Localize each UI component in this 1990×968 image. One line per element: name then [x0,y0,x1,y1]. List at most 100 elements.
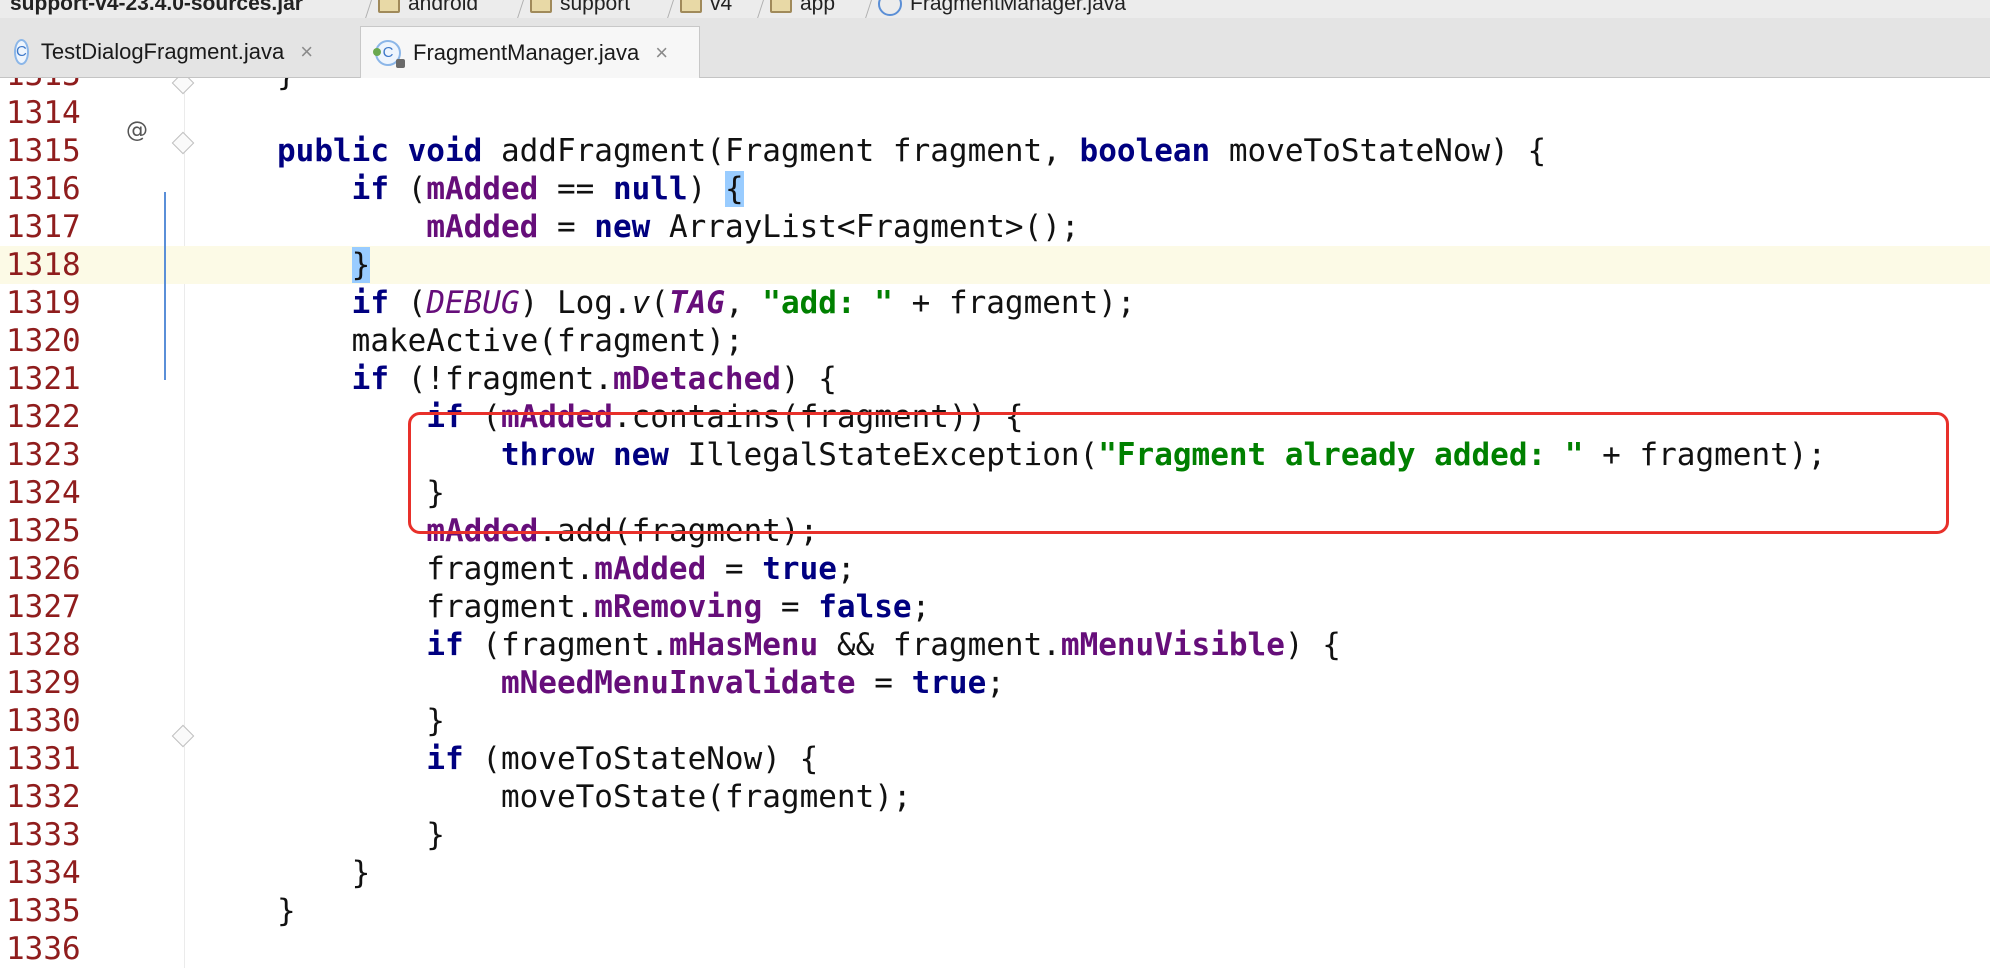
code-line[interactable]: 1329 mNeedMenuInvalidate = true; [0,664,1990,702]
code-line[interactable]: 1317 mAdded = new ArrayList<Fragment>(); [0,208,1990,246]
code-token: mAdded [426,171,539,207]
line-number[interactable]: 1325 [6,512,106,550]
breadcrumb-item[interactable]: android [378,0,478,18]
code-line[interactable]: 1315 public void addFragment(Fragment fra… [0,132,1990,170]
code-token: = [538,209,595,245]
tab-fragmentmanager[interactable]: C FragmentManager.java × [360,26,700,78]
line-number[interactable]: 1332 [6,778,106,816]
line-number[interactable]: 1316 [6,170,106,208]
breadcrumb-separator [743,0,768,18]
line-number[interactable]: 1323 [6,436,106,474]
code-line[interactable]: 1332 moveToState(fragment); [0,778,1990,816]
line-number[interactable]: 1329 [6,664,106,702]
code-text: if (moveToStateNow) { [277,740,818,778]
line-number[interactable]: 1336 [6,930,106,968]
line-number[interactable]: 1333 [6,816,106,854]
code-token: ( [388,171,427,207]
code-line[interactable]: 1313} [0,78,1990,94]
line-number[interactable]: 1321 [6,360,106,398]
line-number[interactable]: 1313 [6,78,106,94]
code-line[interactable]: 1334 } [0,854,1990,892]
code-token: } [277,893,296,929]
code-line[interactable]: 1333 } [0,816,1990,854]
code-line[interactable]: 1327 fragment.mRemoving = false; [0,588,1990,626]
line-number[interactable]: 1330 [6,702,106,740]
line-number[interactable]: 1315 [6,132,106,170]
code-editor[interactable]: 1313}13141315public void addFragment(Fra… [0,78,1990,968]
code-token: if [351,361,389,397]
code-line[interactable]: 1328 if (fragment.mHasMenu && fragment.m… [0,626,1990,664]
code-line[interactable]: 1336 [0,930,1990,968]
breadcrumb-item[interactable]: support-v4-23.4.0-sources.jar [10,0,303,18]
code-token: if [426,741,464,777]
breadcrumb-item[interactable]: support [530,0,630,18]
tab-testdialogfragment[interactable]: C TestDialogFragment.java × [0,26,313,78]
code-text: mNeedMenuInvalidate = true; [277,664,1005,702]
code-line[interactable]: 1314 [0,94,1990,132]
code-line[interactable]: 1319 if (DEBUG) Log.v(TAG, "add: " + fra… [0,284,1990,322]
code-token: ; [836,551,856,587]
code-text: if (fragment.mHasMenu && fragment.mMenuV… [277,626,1341,664]
code-line[interactable]: 1330 } [0,702,1990,740]
breadcrumb-item[interactable]: FragmentManager.java [878,0,1126,18]
breadcrumb-label: app [800,0,836,15]
line-number[interactable]: 1331 [6,740,106,778]
code-token: ( [388,285,427,321]
code-token: ) { [780,361,837,397]
java-class-icon: C [14,39,29,65]
override-marker-icon[interactable]: @ [126,118,148,143]
code-line[interactable]: 1335} [0,892,1990,930]
line-number[interactable]: 1314 [6,94,106,132]
breadcrumb-item[interactable]: app [770,0,835,18]
code-token: if [351,285,389,321]
close-tab-icon[interactable]: × [655,40,668,66]
line-number[interactable]: 1320 [6,322,106,360]
code-line[interactable]: 1316 if (mAdded == null) { [0,170,1990,208]
code-token: moveToStateNow) { [1210,133,1547,169]
code-text: if (mAdded == null) { [277,170,744,208]
line-number[interactable]: 1326 [6,550,106,588]
code-text: fragment.mAdded = true; [277,550,856,588]
code-token: mAdded [594,551,707,587]
code-text: if (!fragment.mDetached) { [277,360,837,398]
code-token: if [351,171,389,207]
code-token: v [631,285,651,321]
code-token: (!fragment. [388,361,613,397]
code-token: } [277,78,296,93]
line-number[interactable]: 1317 [6,208,106,246]
code-token: mDetached [612,361,781,397]
code-text: } [277,854,371,892]
code-token: moveToState(fragment); [277,779,912,815]
code-token: DEBUG [426,285,520,321]
line-number[interactable]: 1324 [6,474,106,512]
code-token: = [855,665,912,701]
code-line[interactable]: 1320 makeActive(fragment); [0,322,1990,360]
breadcrumb-separator [653,0,678,18]
line-number[interactable]: 1319 [6,284,106,322]
line-number[interactable]: 1318 [6,246,106,284]
line-number[interactable]: 1328 [6,626,106,664]
breadcrumb-label: FragmentManager.java [910,0,1126,15]
code-line[interactable]: 1326 fragment.mAdded = true; [0,550,1990,588]
line-number[interactable]: 1334 [6,854,106,892]
code-line[interactable]: 1331 if (moveToStateNow) { [0,740,1990,778]
line-number[interactable]: 1327 [6,588,106,626]
code-line[interactable]: 1321 if (!fragment.mDetached) { [0,360,1990,398]
close-tab-icon[interactable]: × [300,39,313,65]
breadcrumb-item[interactable]: v4 [680,0,732,18]
breadcrumb-separator [503,0,528,18]
matched-brace: } [351,247,371,283]
code-token: null [612,171,688,207]
breadcrumb-label: android [408,0,479,15]
code-token: false [818,589,912,625]
line-number[interactable]: 1322 [6,398,106,436]
code-token: (moveToStateNow) { [463,741,819,777]
code-token: ArrayList<Fragment>(); [650,209,1080,245]
line-number[interactable]: 1335 [6,892,106,930]
code-text: } [277,892,296,930]
code-line[interactable]: 1318 } [0,246,1990,284]
